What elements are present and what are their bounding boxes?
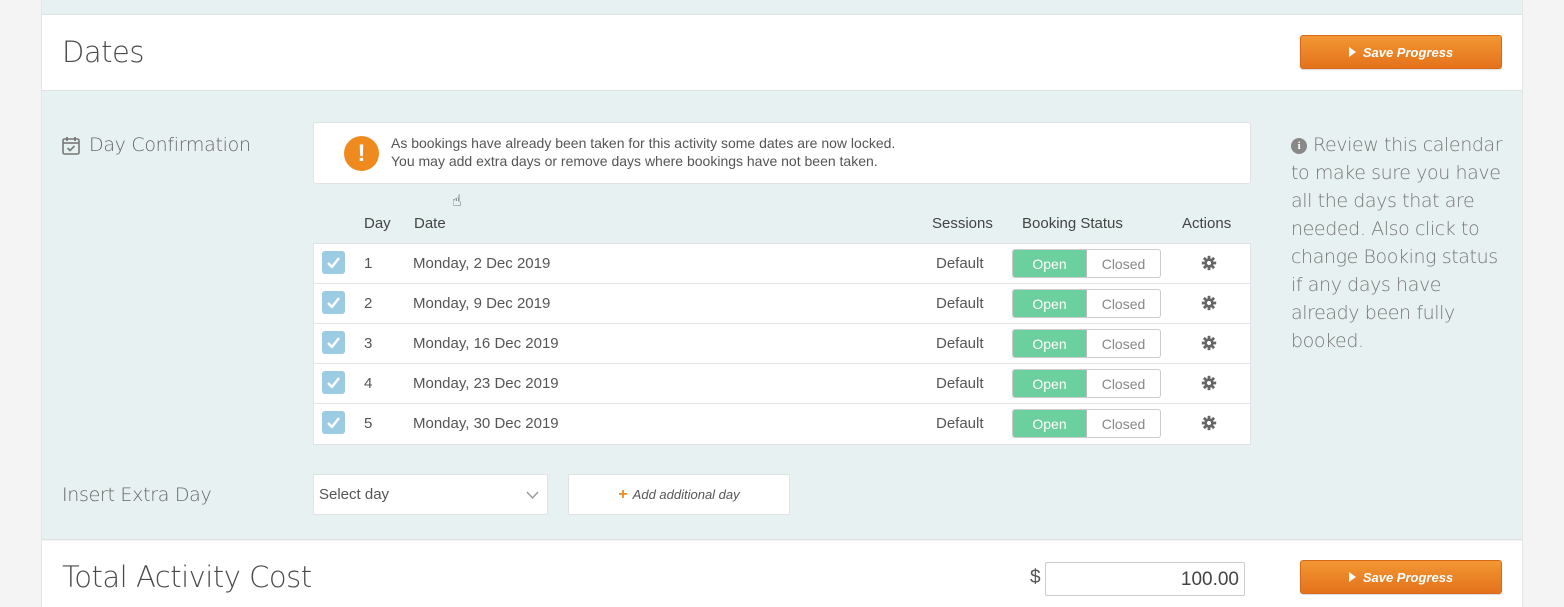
notice-line-1: As bookings have already been taken for … [391, 135, 896, 151]
dates-table: 1 Monday, 2 Dec 2019 Default Open Closed… [313, 243, 1251, 445]
notice-message: As bookings have already been taken for … [391, 134, 895, 170]
check-icon [327, 297, 340, 309]
total-cost-section: Total Activity Cost $ 100.00 Save Progre… [42, 541, 1522, 607]
select-day-dropdown[interactable]: Select day [313, 474, 548, 515]
calendar-check-icon [62, 136, 80, 155]
top-strip [42, 0, 1522, 15]
status-open-button[interactable]: Open [1013, 290, 1087, 317]
total-cost-title: Total Activity Cost [62, 560, 312, 594]
check-icon [327, 257, 340, 269]
gear-icon[interactable] [1201, 375, 1217, 391]
help-text: i Review this calendar to make sure you h… [1291, 131, 1506, 355]
status-closed-button[interactable]: Closed [1087, 330, 1160, 357]
booking-status-toggle: Open Closed [1012, 369, 1161, 398]
status-closed-button[interactable]: Closed [1087, 250, 1160, 277]
status-closed-button[interactable]: Closed [1087, 370, 1160, 397]
arrow-right-icon [1348, 572, 1356, 582]
gear-icon[interactable] [1201, 335, 1217, 351]
dates-header: Dates Save Progress [42, 15, 1522, 91]
booking-status-toggle: Open Closed [1012, 329, 1161, 358]
row-date: Monday, 23 Dec 2019 [413, 375, 559, 392]
row-sessions: Default [936, 375, 984, 392]
row-date: Monday, 16 Dec 2019 [413, 335, 559, 352]
status-open-button[interactable]: Open [1013, 250, 1087, 277]
page-container: Dates Save Progress Day Confirmation ! A… [41, 0, 1523, 607]
header-day: Day [364, 215, 391, 232]
notice-line-2: You may add extra days or remove days wh… [391, 153, 878, 169]
header-booking-status: Booking Status [1022, 215, 1123, 232]
row-sessions: Default [936, 295, 984, 312]
gear-icon[interactable] [1201, 415, 1217, 431]
day-checkbox[interactable] [322, 371, 345, 394]
status-open-button[interactable]: Open [1013, 330, 1087, 357]
save-progress-button-bottom[interactable]: Save Progress [1300, 560, 1502, 594]
add-additional-day-button[interactable]: + Add additional day [568, 474, 790, 515]
day-confirmation-label: Day Confirmation [62, 134, 251, 156]
row-sessions: Default [936, 255, 984, 272]
dates-body: Day Confirmation ! As bookings have alre… [42, 91, 1522, 540]
table-row: 2 Monday, 9 Dec 2019 Default Open Closed [314, 284, 1250, 324]
row-day: 4 [364, 375, 373, 392]
day-checkbox[interactable] [322, 331, 345, 354]
header-sessions: Sessions [932, 215, 993, 232]
total-cost-input[interactable]: 100.00 [1045, 562, 1245, 596]
save-progress-label: Save Progress [1362, 44, 1454, 60]
warning-icon: ! [344, 136, 379, 171]
header-actions: Actions [1182, 215, 1232, 232]
status-closed-button[interactable]: Closed [1087, 290, 1160, 317]
select-day-value: Select day [319, 486, 390, 503]
help-text-body: Review this calendar to make sure you ha… [1291, 134, 1503, 352]
booking-status-toggle: Open Closed [1012, 289, 1161, 318]
day-checkbox[interactable] [322, 251, 345, 274]
row-date: Monday, 9 Dec 2019 [413, 295, 551, 312]
status-closed-button[interactable]: Closed [1087, 410, 1160, 437]
row-sessions: Default [936, 415, 984, 432]
table-header: Day Date Sessions Booking Status Actions [313, 215, 1251, 245]
day-confirmation-text: Day Confirmation [89, 134, 251, 156]
currency-symbol: $ [1030, 567, 1041, 588]
booking-status-toggle: Open Closed [1012, 409, 1161, 438]
chevron-down-icon [526, 491, 539, 500]
row-day: 2 [364, 295, 373, 312]
status-open-button[interactable]: Open [1013, 410, 1087, 437]
save-progress-label: Save Progress [1362, 569, 1454, 585]
insert-extra-day-label: Insert Extra Day [62, 484, 212, 506]
gear-icon[interactable] [1201, 295, 1217, 311]
gear-icon[interactable] [1201, 255, 1217, 271]
table-row: 3 Monday, 16 Dec 2019 Default Open Close… [314, 324, 1250, 364]
add-additional-day-label: Add additional day [632, 487, 740, 502]
table-row: 4 Monday, 23 Dec 2019 Default Open Close… [314, 364, 1250, 404]
check-icon [327, 417, 340, 429]
save-progress-button[interactable]: Save Progress [1300, 35, 1502, 69]
row-day: 3 [364, 335, 373, 352]
row-sessions: Default [936, 335, 984, 352]
arrow-right-icon [1348, 47, 1356, 57]
table-row: 5 Monday, 30 Dec 2019 Default Open Close… [314, 404, 1250, 444]
check-icon [327, 337, 340, 349]
info-icon: i [1291, 138, 1307, 154]
plus-icon: + [618, 485, 628, 503]
locked-dates-notice: ! As bookings have already been taken fo… [313, 122, 1251, 184]
row-date: Monday, 2 Dec 2019 [413, 255, 551, 272]
header-date: Date [414, 215, 446, 232]
status-open-button[interactable]: Open [1013, 370, 1087, 397]
dates-title: Dates [62, 35, 144, 69]
booking-status-toggle: Open Closed [1012, 249, 1161, 278]
row-day: 1 [364, 255, 373, 272]
day-checkbox[interactable] [322, 291, 345, 314]
table-row: 1 Monday, 2 Dec 2019 Default Open Closed [314, 244, 1250, 284]
hand-cursor-icon: ☝ [452, 193, 462, 210]
row-date: Monday, 30 Dec 2019 [413, 415, 559, 432]
day-checkbox[interactable] [322, 411, 345, 434]
check-icon [327, 377, 340, 389]
row-day: 5 [364, 415, 373, 432]
